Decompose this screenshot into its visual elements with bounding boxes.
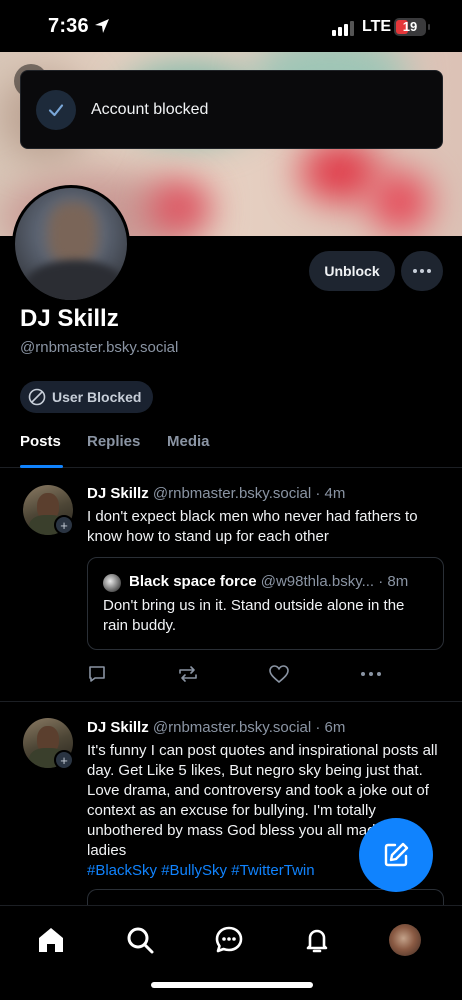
post-author-handle: @rnbmaster.bsky.social xyxy=(152,719,312,736)
ellipsis-icon xyxy=(413,269,431,273)
quoted-author-avatar xyxy=(103,574,121,592)
quoted-post-text: Don't bring us in it. Stand outside alon… xyxy=(103,597,405,634)
profile-avatar[interactable] xyxy=(12,185,130,303)
battery-icon: 19 xyxy=(394,18,430,36)
status-bar: 7:36 LTE 19 xyxy=(0,0,462,52)
post-item[interactable]: + DJ Skillz @rnbmaster.bsky.social · 4m … xyxy=(0,469,462,702)
follow-plus-icon[interactable]: + xyxy=(54,750,74,770)
tab-media[interactable]: Media xyxy=(167,433,210,450)
post-author-handle: @rnbmaster.bsky.social xyxy=(152,485,312,502)
heart-icon xyxy=(269,665,289,684)
repost-button[interactable] xyxy=(176,662,200,686)
post-time: · 6m xyxy=(315,719,346,736)
network-label: LTE xyxy=(362,18,392,35)
compose-button[interactable] xyxy=(359,818,433,892)
chat-icon xyxy=(215,926,243,953)
quoted-author-name: Black space force xyxy=(129,573,257,590)
post-actions xyxy=(87,662,387,686)
home-indicator xyxy=(151,982,313,988)
quoted-post[interactable]: Black space force @w98thla.bsky... · 8m … xyxy=(87,557,444,650)
tab-indicator xyxy=(20,465,63,468)
more-options-button[interactable] xyxy=(401,251,443,291)
post-author-name[interactable]: DJ Skillz xyxy=(87,719,149,736)
blocked-badge-label: User Blocked xyxy=(52,389,142,405)
like-button[interactable] xyxy=(267,662,291,686)
home-icon xyxy=(39,928,63,952)
status-time: 7:36 xyxy=(48,15,89,37)
quoted-post-time: · 8m xyxy=(378,573,409,590)
reply-button[interactable] xyxy=(85,662,109,686)
reply-icon xyxy=(89,666,105,682)
block-icon xyxy=(28,388,46,406)
post-time: · 4m xyxy=(315,485,346,502)
profile-tabs: Posts Replies Media xyxy=(0,430,462,468)
nav-home[interactable] xyxy=(33,922,69,958)
signal-icon xyxy=(332,21,354,36)
unblock-button[interactable]: Unblock xyxy=(309,251,395,291)
tab-replies[interactable]: Replies xyxy=(87,433,140,450)
toast-message: Account blocked xyxy=(91,100,209,118)
post-meta: DJ Skillz @rnbmaster.bsky.social · 4m xyxy=(87,485,345,502)
bell-icon xyxy=(306,929,328,953)
tab-posts[interactable]: Posts xyxy=(20,433,61,450)
follow-plus-icon[interactable]: + xyxy=(54,515,74,535)
ellipsis-icon xyxy=(361,672,381,676)
quoted-author-handle: @w98thla.bsky... xyxy=(260,573,375,590)
post-text: I don't expect black men who never had f… xyxy=(87,508,418,545)
search-icon xyxy=(127,927,154,954)
post-more-button[interactable] xyxy=(359,662,383,686)
nav-search[interactable] xyxy=(122,922,158,958)
repost-icon xyxy=(179,666,197,682)
user-blocked-badge: User Blocked xyxy=(20,381,154,413)
post-author-name[interactable]: DJ Skillz xyxy=(87,485,149,502)
toast-notification: Account blocked xyxy=(20,70,443,149)
post-hashtags[interactable]: #BlackSky #BullySky #TwitterTwin xyxy=(87,862,315,879)
profile-display-name: DJ Skillz xyxy=(20,305,119,332)
location-arrow-icon xyxy=(95,19,109,33)
profile-avatar-icon xyxy=(389,924,421,956)
check-icon xyxy=(36,89,76,130)
battery-level: 19 xyxy=(402,19,418,34)
quoted-post-meta: Black space force @w98thla.bsky... · 8m xyxy=(129,573,408,590)
post-meta: DJ Skillz @rnbmaster.bsky.social · 6m xyxy=(87,719,345,736)
compose-icon xyxy=(384,842,409,867)
profile-handle: @rnbmaster.bsky.social xyxy=(20,339,179,356)
nav-chat[interactable] xyxy=(211,922,247,958)
nav-profile[interactable] xyxy=(387,922,423,958)
nav-notifications[interactable] xyxy=(299,922,335,958)
